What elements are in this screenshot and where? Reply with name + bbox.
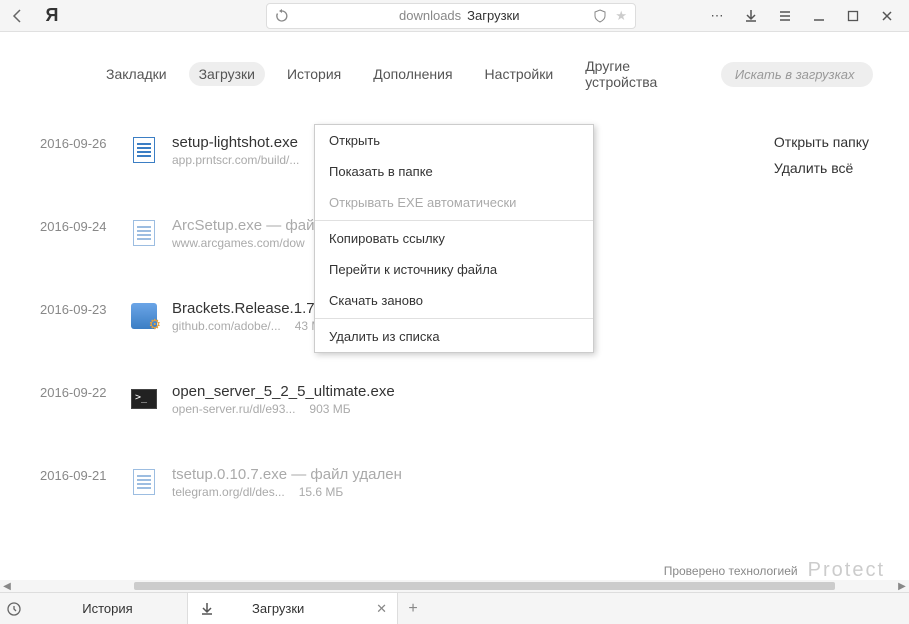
horizontal-scrollbar[interactable]: ◀ ▶ — [0, 580, 909, 592]
reload-icon[interactable] — [275, 9, 289, 23]
download-source: app.prntscr.com/build/... — [172, 153, 299, 167]
delete-all-link[interactable]: Удалить всё — [774, 160, 869, 176]
download-date: 2016-09-26 — [40, 134, 128, 151]
menu-icon[interactable] — [775, 6, 795, 26]
file-icon — [128, 134, 160, 166]
scroll-right-icon[interactable]: ▶ — [895, 581, 909, 592]
more-icon[interactable]: ⋯ — [707, 6, 727, 26]
back-button[interactable] — [4, 2, 32, 30]
menu-redownload[interactable]: Скачать заново — [315, 285, 593, 316]
menu-remove-from-list[interactable]: Удалить из списка — [315, 321, 593, 352]
bottom-tab-label: История — [82, 601, 132, 616]
context-menu: Открыть Показать в папке Открывать EXE а… — [314, 124, 594, 353]
maximize-button[interactable] — [843, 6, 863, 26]
download-item[interactable]: 2016-09-21 tsetup.0.10.7.exe — файл удал… — [40, 466, 879, 499]
menu-go-to-source[interactable]: Перейти к источнику файла — [315, 254, 593, 285]
download-source: open-server.ru/dl/e93... — [172, 402, 295, 416]
close-tab-icon[interactable]: ✕ — [376, 601, 387, 617]
open-folder-link[interactable]: Открыть папку — [774, 134, 869, 150]
downloads-list: Открыть папку Удалить всё 2016-09-26 set… — [0, 94, 909, 499]
menu-copy-link[interactable]: Копировать ссылку — [315, 223, 593, 254]
menu-separator — [315, 318, 593, 319]
tab-settings[interactable]: Настройки — [475, 62, 564, 86]
side-actions: Открыть папку Удалить всё — [774, 134, 869, 186]
download-date: 2016-09-21 — [40, 466, 128, 483]
new-tab-button[interactable]: + — [398, 600, 428, 618]
clock-icon[interactable] — [0, 602, 28, 616]
download-size: 15.6 МБ — [299, 485, 344, 499]
download-source: github.com/adobe/... — [172, 319, 281, 333]
file-icon — [128, 466, 160, 498]
protect-logo: Protect — [808, 559, 885, 582]
footer-status: Проверено технологией Protect — [664, 559, 885, 582]
tab-history[interactable]: История — [277, 62, 351, 86]
download-name: open_server_5_2_5_ultimate.exe — [172, 383, 879, 400]
download-date: 2016-09-22 — [40, 383, 128, 400]
menu-auto-open-exe: Открывать EXE автоматически — [315, 187, 593, 218]
file-icon — [128, 300, 160, 332]
download-date: 2016-09-23 — [40, 300, 128, 317]
scrollbar-thumb[interactable] — [134, 582, 835, 590]
star-icon[interactable]: ★ — [615, 8, 627, 24]
shield-icon[interactable] — [593, 9, 607, 23]
download-date: 2016-09-24 — [40, 217, 128, 234]
content-area: Закладки Загрузки История Дополнения Нас… — [0, 32, 909, 592]
download-name: tsetup.0.10.7.exe — файл удален — [172, 466, 879, 483]
window-controls: ⋯ — [707, 6, 905, 26]
tab-bookmarks[interactable]: Закладки — [96, 62, 177, 86]
bottom-tab-history[interactable]: История — [28, 593, 188, 624]
menu-separator — [315, 220, 593, 221]
file-icon — [128, 383, 160, 415]
tab-addons[interactable]: Дополнения — [363, 62, 462, 86]
download-size: 903 МБ — [309, 402, 350, 416]
tab-devices[interactable]: Другие устройства — [575, 54, 709, 94]
address-bar[interactable]: downloads Загрузки ★ — [266, 3, 636, 29]
address-title: Загрузки — [467, 8, 519, 23]
titlebar: Я downloads Загрузки ★ ⋯ — [0, 0, 909, 32]
nav-tabs: Закладки Загрузки История Дополнения Нас… — [0, 32, 909, 94]
close-button[interactable] — [877, 6, 897, 26]
tab-downloads[interactable]: Загрузки — [189, 62, 265, 86]
file-icon — [128, 217, 160, 249]
minimize-button[interactable] — [809, 6, 829, 26]
search-input[interactable]: Искать в загрузках — [721, 62, 873, 87]
download-item[interactable]: 2016-09-22 open_server_5_2_5_ultimate.ex… — [40, 383, 879, 416]
bottom-tab-label: Загрузки — [252, 601, 304, 616]
address-prefix: downloads — [399, 8, 461, 23]
bottom-bar: История Загрузки ✕ + — [0, 592, 909, 624]
menu-show-in-folder[interactable]: Показать в папке — [315, 156, 593, 187]
download-source: telegram.org/dl/des... — [172, 485, 285, 499]
menu-open[interactable]: Открыть — [315, 125, 593, 156]
download-icon — [200, 602, 214, 616]
scroll-left-icon[interactable]: ◀ — [0, 581, 14, 592]
download-source: www.arcgames.com/dow — [172, 236, 305, 250]
bottom-tab-downloads[interactable]: Загрузки ✕ — [188, 593, 398, 624]
yandex-logo[interactable]: Я — [38, 2, 66, 30]
verified-text: Проверено технологией — [664, 564, 798, 578]
download-icon[interactable] — [741, 6, 761, 26]
